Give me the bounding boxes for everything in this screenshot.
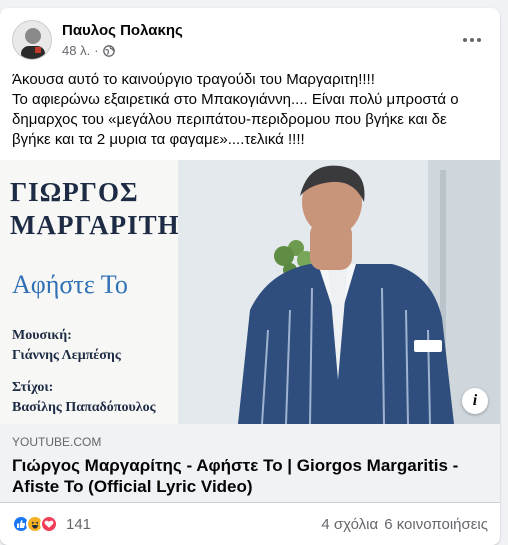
cover-song-title: Αφήστε Το: [12, 270, 128, 299]
post-card: Παυλος Πολακης 48 λ. · Άκουσα αυτό το κα…: [0, 8, 500, 545]
link-box[interactable]: YOUTUBE.COM Γιώργος Μαργαρίτης - Αφήστε …: [0, 424, 500, 503]
reactions-summary[interactable]: 141: [12, 515, 91, 533]
author-avatar[interactable]: [12, 20, 52, 60]
reaction-count: 141: [66, 515, 92, 533]
globe-icon: [102, 44, 115, 57]
post-stats: 4 σχόλια 6 κοινοποιήσεις: [321, 516, 488, 533]
artist-photo: [178, 160, 500, 424]
post-meta: 48 λ. ·: [62, 43, 115, 58]
cover-music-label: Μουσική:: [12, 328, 72, 343]
post-footer: 141 4 σχόλια 6 κοινοποιήσεις: [12, 504, 488, 544]
link-preview-image[interactable]: ΓΙΩΡΓΟΣ ΜΑΡΓΑΡΙΤΗΣ Αφήστε Το Μουσική: Γι…: [0, 160, 500, 424]
link-domain: YOUTUBE.COM: [12, 435, 102, 449]
cover-artist-line2: ΜΑΡΓΑΡΙΤΗΣ: [10, 210, 199, 240]
post-text: Άκουσα αυτό το καινούργιο τραγούδι του Μ…: [12, 71, 459, 148]
post-header: Παυλος Πολακης 48 λ. ·: [12, 20, 488, 60]
cover-artist-name: ΓΙΩΡΓΟΣ ΜΑΡΓΑΡΙΤΗΣ: [10, 176, 198, 242]
cover-lyrics-value: Βασίλης Παπαδόπουλος: [12, 400, 156, 415]
cover-text-panel: ΓΙΩΡΓΟΣ ΜΑΡΓΑΡΙΤΗΣ Αφήστε Το Μουσική: Γι…: [0, 160, 197, 424]
info-icon[interactable]: i: [462, 388, 488, 414]
more-options-icon[interactable]: [458, 26, 486, 54]
author-name[interactable]: Παυλος Πολακης: [62, 22, 183, 39]
love-icon: [40, 515, 58, 533]
comments-link[interactable]: 4 σχόλια: [321, 516, 378, 533]
shares-link[interactable]: 6 κοινοποιήσεις: [384, 516, 488, 533]
cover-artist-line1: ΓΙΩΡΓΟΣ: [10, 177, 139, 207]
link-title[interactable]: Γιώργος Μαργαρίτης - Αφήστε Το | Giorgos…: [12, 455, 488, 497]
cover-music-value: Γιάννης Λεμπέσης: [12, 348, 121, 363]
cover-lyrics-label: Στίχοι:: [12, 380, 54, 395]
post-time[interactable]: 48 λ.: [62, 43, 90, 58]
